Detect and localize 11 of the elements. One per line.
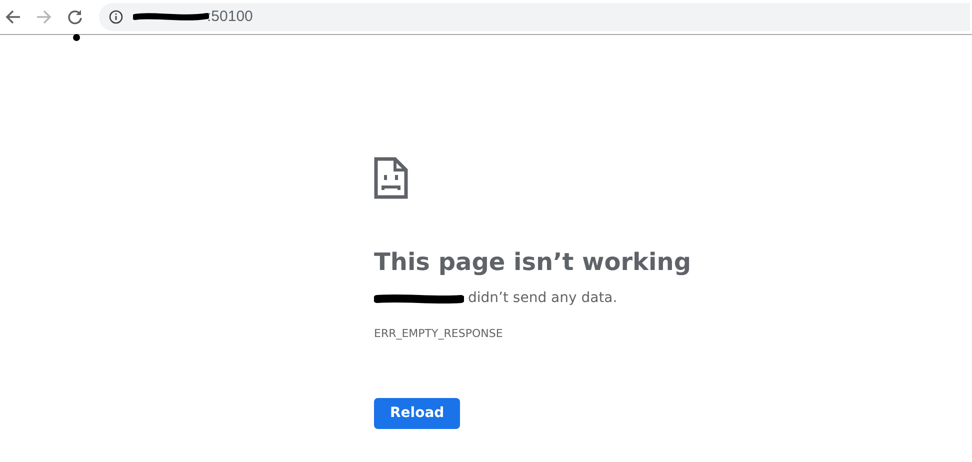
error-code: ERR_EMPTY_RESPONSE xyxy=(374,326,503,342)
back-button[interactable] xyxy=(5,9,21,25)
reload-button[interactable]: Reload xyxy=(374,398,460,428)
reload-icon[interactable] xyxy=(67,9,83,25)
sad-page-icon xyxy=(374,157,408,199)
error-message: didn’t send any data. xyxy=(468,289,618,308)
url-text: :50100 xyxy=(207,6,253,27)
address-bar[interactable]: :50100 xyxy=(99,3,970,31)
dot-mark xyxy=(73,34,80,41)
error-title: This page isn’t working xyxy=(374,247,692,278)
info-icon xyxy=(109,10,123,24)
